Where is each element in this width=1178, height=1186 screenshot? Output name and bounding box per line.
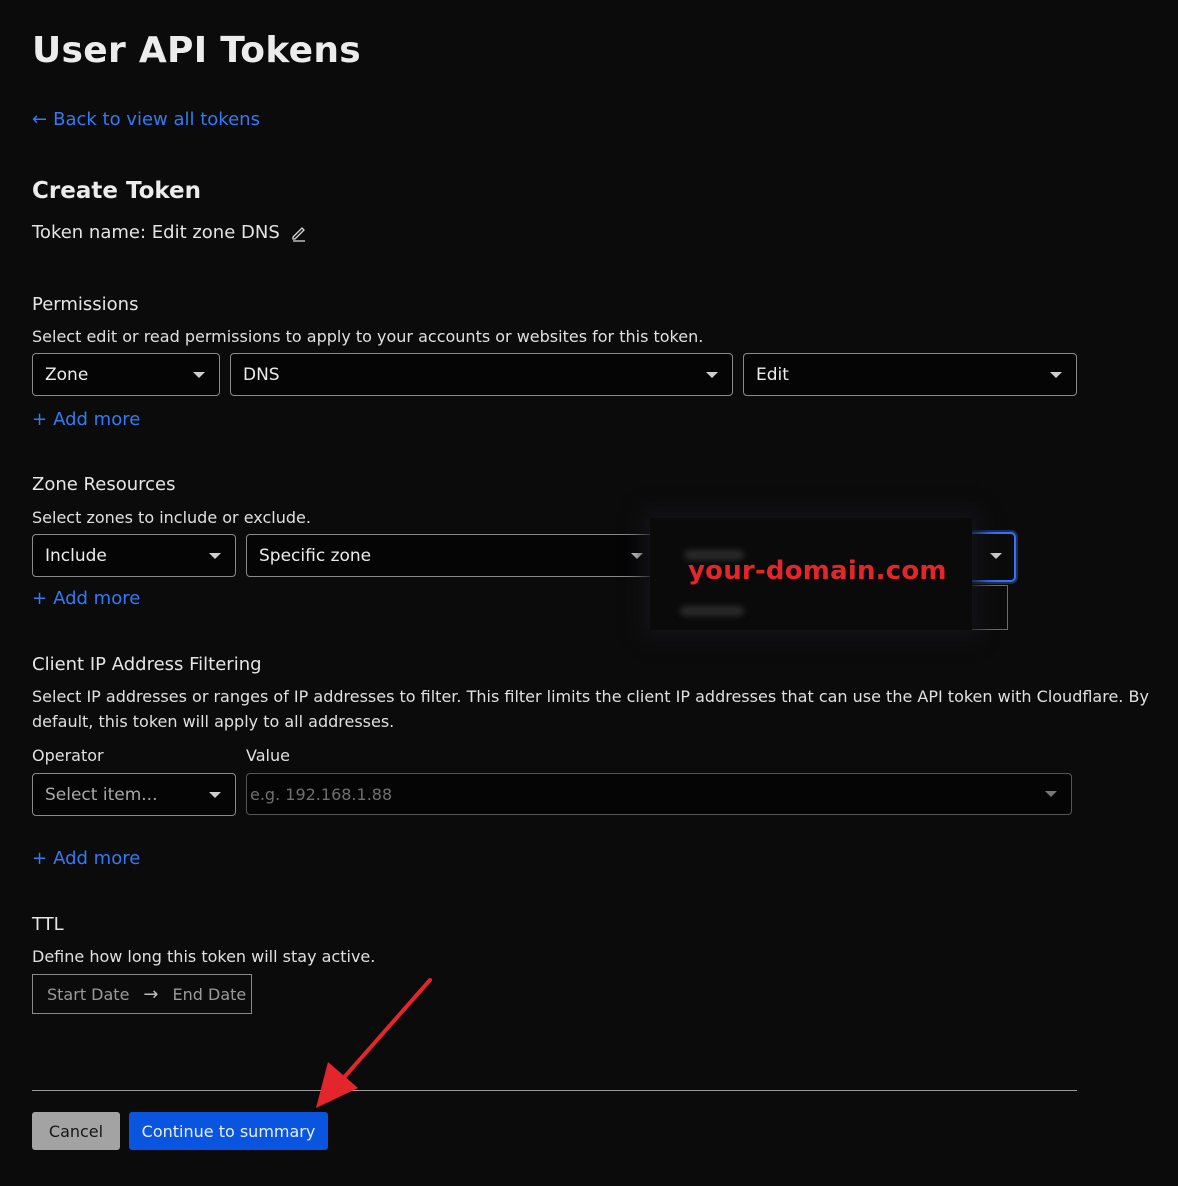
caret-down-icon xyxy=(631,552,643,559)
zone-include-select[interactable]: Include xyxy=(32,534,236,577)
add-more-label: Add more xyxy=(53,848,141,869)
footer-divider xyxy=(32,1090,1077,1091)
caret-down-icon xyxy=(193,371,205,378)
continue-button[interactable]: Continue to summary xyxy=(129,1112,328,1150)
caret-down-icon xyxy=(209,552,221,559)
ip-add-more[interactable]: + Add more xyxy=(32,848,140,869)
annotation-arrow-icon xyxy=(316,978,432,1108)
blurred-text xyxy=(680,606,744,616)
ttl-date-range[interactable]: Start Date → End Date xyxy=(32,974,252,1014)
zone-type-value: Specific zone xyxy=(259,545,372,566)
add-more-label: Add more xyxy=(53,409,141,430)
arrow-left-icon: ← xyxy=(32,109,48,130)
ttl-description: Define how long this token will stay act… xyxy=(32,947,376,966)
token-name-text: Token name: Edit zone DNS xyxy=(32,222,280,243)
zone-add-more[interactable]: + Add more xyxy=(32,588,140,609)
plus-icon: + xyxy=(32,848,48,869)
permission-level-select[interactable]: Edit xyxy=(743,353,1077,396)
permission-resource-select[interactable]: DNS xyxy=(230,353,733,396)
ip-filter-description-1: Select IP addresses or ranges of IP addr… xyxy=(32,687,1149,706)
create-token-heading: Create Token xyxy=(32,178,202,204)
zone-include-value: Include xyxy=(45,545,107,566)
ip-value-placeholder: e.g. 192.168.1.88 xyxy=(250,784,393,804)
caret-down-icon xyxy=(209,791,221,798)
back-link-label: Back to view all tokens xyxy=(53,109,260,130)
ip-filter-description-2: default, this token will apply to all ad… xyxy=(32,712,395,731)
token-name-row: Token name: Edit zone DNS xyxy=(32,222,308,243)
zone-type-select[interactable]: Specific zone xyxy=(246,534,658,577)
permissions-heading: Permissions xyxy=(32,294,139,315)
permission-level-value: Edit xyxy=(756,364,789,385)
ip-filter-heading: Client IP Address Filtering xyxy=(32,654,262,675)
start-date-field[interactable]: Start Date xyxy=(47,985,129,1004)
back-link[interactable]: ← Back to view all tokens xyxy=(32,109,260,130)
zone-resources-description: Select zones to include or exclude. xyxy=(32,508,311,527)
permissions-add-more[interactable]: + Add more xyxy=(32,409,140,430)
caret-down-icon xyxy=(706,371,718,378)
operator-label: Operator xyxy=(32,746,104,765)
domain-annotation: your-domain.com xyxy=(688,556,947,586)
ip-value-input[interactable]: e.g. 192.168.1.88 xyxy=(246,773,1072,815)
caret-down-icon xyxy=(1050,371,1062,378)
page-title: User API Tokens xyxy=(32,30,361,71)
caret-down-icon xyxy=(1045,791,1057,797)
value-label: Value xyxy=(246,746,290,765)
permission-scope-select[interactable]: Zone xyxy=(32,353,220,396)
add-more-label: Add more xyxy=(53,588,141,609)
arrow-right-icon: → xyxy=(143,983,159,1005)
zone-dropdown-option[interactable] xyxy=(972,585,1008,630)
plus-icon: + xyxy=(32,588,48,609)
plus-icon: + xyxy=(32,409,48,430)
permission-resource-value: DNS xyxy=(243,364,280,385)
caret-down-icon xyxy=(990,553,1002,559)
zone-resources-heading: Zone Resources xyxy=(32,474,176,495)
operator-select[interactable]: Select item... xyxy=(32,773,236,816)
end-date-field[interactable]: End Date xyxy=(173,985,247,1004)
ttl-heading: TTL xyxy=(32,914,64,935)
permission-scope-value: Zone xyxy=(45,364,89,385)
permissions-description: Select edit or read permissions to apply… xyxy=(32,327,704,346)
pencil-icon[interactable] xyxy=(290,224,308,242)
cancel-button[interactable]: Cancel xyxy=(32,1112,120,1150)
operator-placeholder: Select item... xyxy=(45,784,158,805)
